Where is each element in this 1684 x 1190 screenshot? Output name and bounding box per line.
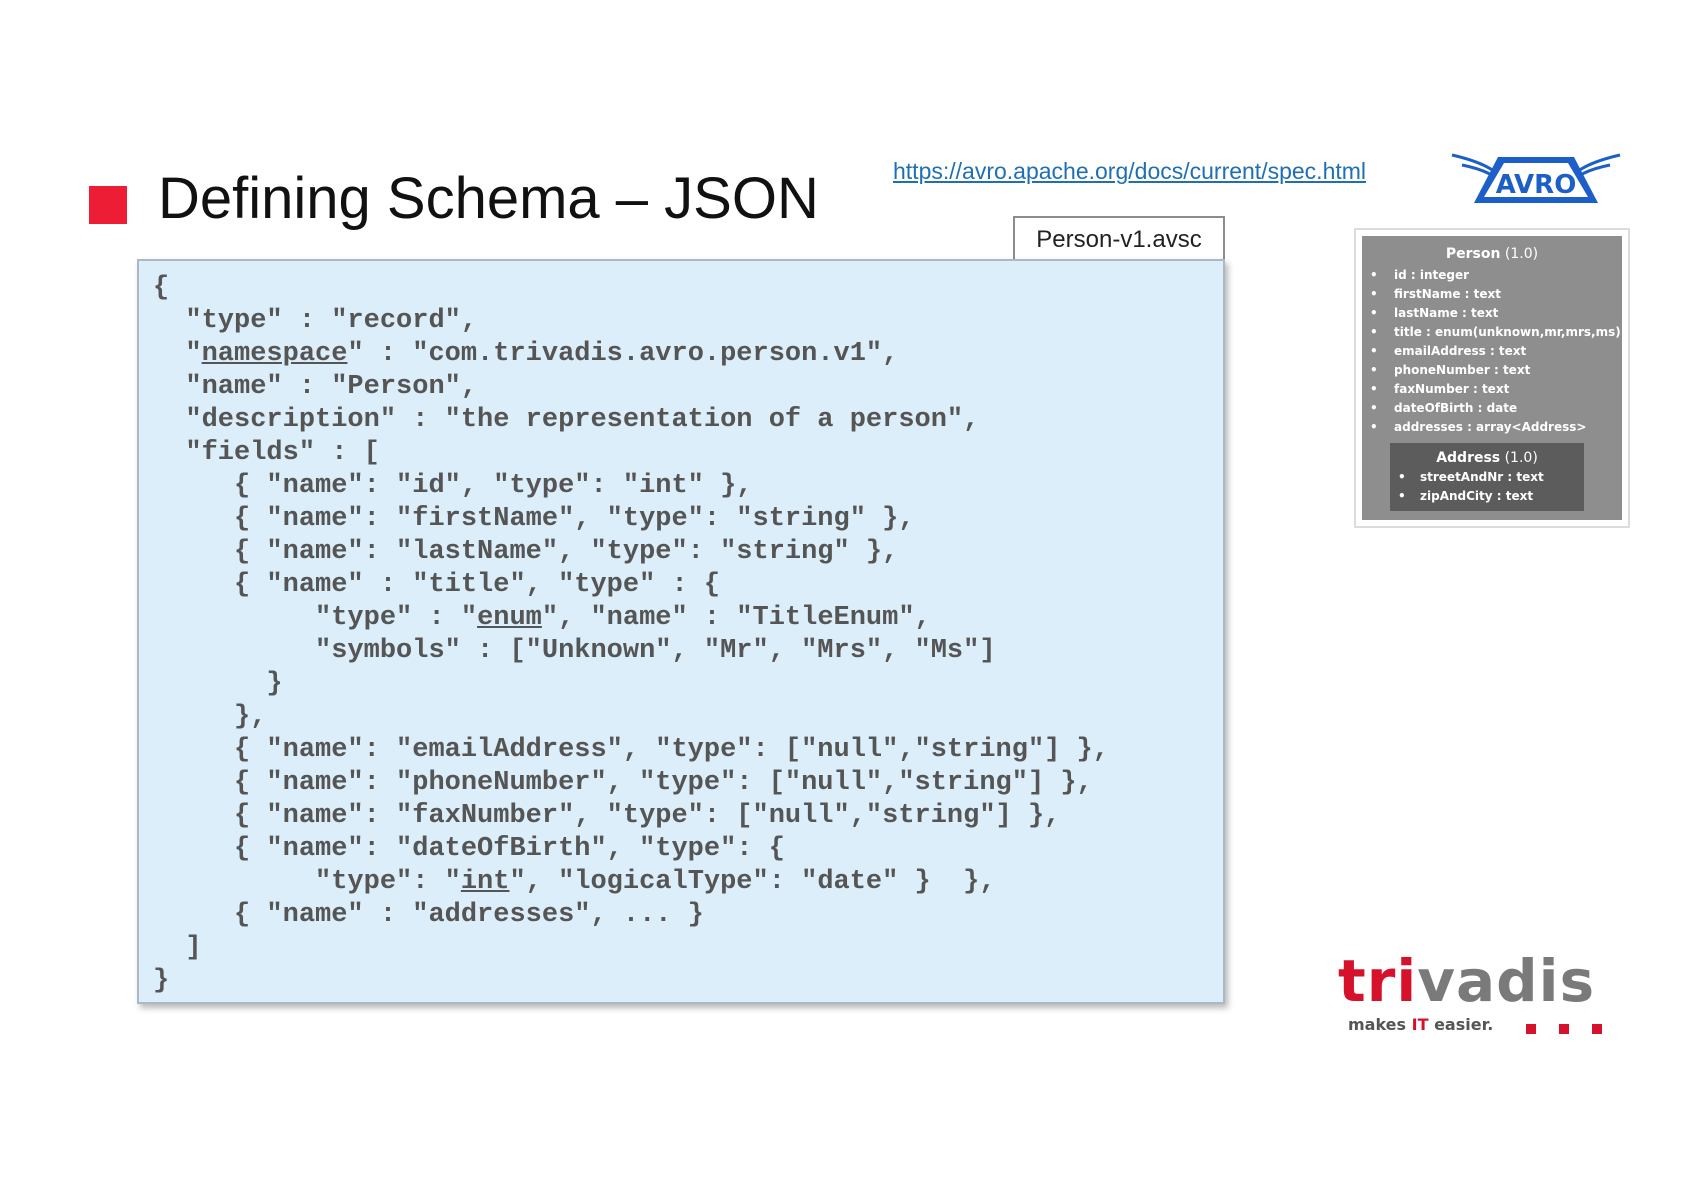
trivadis-logo-gray-part: vadis	[1417, 947, 1596, 1015]
underlined-keyword: enum	[477, 603, 542, 633]
code-line: },	[153, 702, 267, 732]
code-line: }	[153, 966, 170, 996]
person-field-item: addresses : array<Address>	[1362, 418, 1622, 437]
address-entity-version: (1.0)	[1504, 450, 1538, 466]
underlined-keyword: namespace	[201, 339, 348, 369]
address-field-item: zipAndCity : text	[1390, 487, 1584, 506]
avro-spec-link[interactable]: https://avro.apache.org/docs/current/spe…	[893, 155, 1366, 187]
code-line: "type": "int", "logicalType": "date" } }…	[153, 867, 996, 897]
file-tab: Person-v1.avsc	[1013, 216, 1225, 260]
person-field-item: dateOfBirth : date	[1362, 399, 1622, 418]
code-line: { "name": "lastName", "type": "string" }…	[153, 537, 899, 567]
logo-dot	[1526, 1024, 1536, 1034]
person-entity-box: Person (1.0) id : integerfirstName : tex…	[1362, 236, 1622, 520]
code-line: "symbols" : ["Unknown", "Mr", "Mrs", "Ms…	[153, 636, 996, 666]
slide-title: Defining Schema – JSON	[158, 166, 819, 231]
code-line: { "name" : "title", "type" : {	[153, 570, 721, 600]
person-entity-diagram: Person (1.0) id : integerfirstName : tex…	[1354, 228, 1630, 528]
title-bullet-square	[89, 186, 127, 224]
trivadis-logo-word: trivadis	[1338, 950, 1595, 1012]
code-line: "namespace" : "com.trivadis.avro.person.…	[153, 339, 899, 369]
person-field-item: lastName : text	[1362, 304, 1622, 323]
code-line: { "name": "firstName", "type": "string" …	[153, 504, 915, 534]
address-entity-heading: Address (1.0)	[1390, 448, 1584, 468]
avro-logo: AVRO	[1451, 153, 1621, 203]
logo-dot	[1559, 1024, 1569, 1034]
code-line: ]	[153, 933, 202, 963]
code-line: {	[153, 273, 170, 303]
address-field-item: streetAndNr : text	[1390, 468, 1584, 487]
logo-dot	[1592, 1024, 1602, 1034]
code-line: }	[153, 669, 283, 699]
person-entity-version: (1.0)	[1504, 246, 1539, 262]
code-line: { "name": "id", "type": "int" },	[153, 471, 753, 501]
person-field-item: emailAddress : text	[1362, 342, 1622, 361]
person-field-list: id : integerfirstName : textlastName : t…	[1362, 266, 1622, 437]
address-entity-name: Address	[1436, 450, 1501, 466]
code-line: "type" : "enum", "name" : "TitleEnum",	[153, 603, 931, 633]
code-listing: { "type" : "record", "namespace" : "com.…	[153, 272, 1109, 998]
trivadis-logo-red-part: tri	[1338, 947, 1418, 1015]
trivadis-tagline: makes IT easier.	[1348, 1015, 1493, 1035]
person-field-item: phoneNumber : text	[1362, 361, 1622, 380]
trivadis-logo: trivadis makes IT easier.	[1338, 950, 1614, 1040]
underlined-keyword: int	[460, 867, 510, 897]
person-field-item: title : enum(unknown,mr,mrs,ms)	[1362, 323, 1622, 342]
person-field-item: id : integer	[1362, 266, 1622, 285]
code-line: "fields" : [	[153, 438, 380, 468]
tagline-after: easier.	[1428, 1015, 1494, 1034]
code-line: "type" : "record",	[153, 306, 478, 336]
code-line: { "name": "faxNumber", "type": ["null","…	[153, 801, 1061, 831]
code-line: { "name": "dateOfBirth", "type": {	[153, 834, 785, 864]
person-entity-name: Person	[1445, 246, 1501, 262]
tagline-before: makes	[1348, 1015, 1412, 1034]
code-box: { "type" : "record", "namespace" : "com.…	[137, 259, 1225, 1004]
address-field-list: streetAndNr : textzipAndCity : text	[1390, 468, 1584, 506]
address-entity-box: Address (1.0) streetAndNr : textzipAndCi…	[1390, 443, 1584, 511]
code-line: { "name": "emailAddress", "type": ["null…	[153, 735, 1109, 765]
code-line: { "name": "phoneNumber", "type": ["null"…	[153, 768, 1093, 798]
person-field-item: firstName : text	[1362, 285, 1622, 304]
person-entity-heading: Person (1.0)	[1362, 244, 1622, 264]
trivadis-logo-dots	[1526, 1024, 1606, 1034]
avro-logo-text: AVRO	[1496, 170, 1577, 200]
code-line: { "name" : "addresses", ... }	[153, 900, 704, 930]
code-line: "description" : "the representation of a…	[153, 405, 980, 435]
tagline-highlight: IT	[1411, 1015, 1429, 1034]
code-line: "name" : "Person",	[153, 372, 478, 402]
person-field-item: faxNumber : text	[1362, 380, 1622, 399]
